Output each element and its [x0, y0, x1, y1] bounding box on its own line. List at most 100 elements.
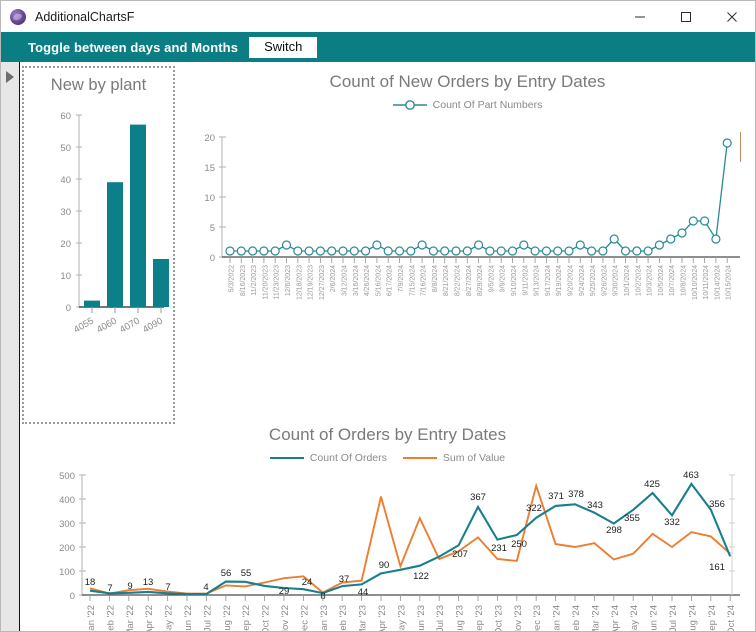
data-point[interactable]: [462, 246, 472, 256]
y-tick-label: 15: [204, 163, 215, 174]
app-globe-icon: [10, 8, 26, 25]
data-point[interactable]: [236, 246, 246, 256]
data-point[interactable]: [338, 246, 348, 256]
data-point[interactable]: [315, 246, 325, 256]
minimize-button[interactable]: [617, 1, 663, 32]
data-point[interactable]: [406, 246, 416, 256]
data-point[interactable]: [553, 246, 563, 256]
x-tick-label: 12/19/2023: [308, 265, 315, 300]
left-rail[interactable]: [1, 62, 20, 631]
data-point[interactable]: [587, 246, 597, 256]
data-point[interactable]: [304, 246, 314, 256]
legend-line-teal-icon: [269, 456, 304, 460]
data-point[interactable]: [485, 246, 495, 256]
app-window: AdditionalChartsF Toggle between days an…: [0, 0, 756, 632]
legend-item-sum-of-value[interactable]: Sum of Value: [402, 452, 505, 464]
x-tick-label: Aug '24: [687, 605, 698, 632]
data-point[interactable]: [519, 240, 529, 250]
close-button[interactable]: [709, 1, 755, 32]
x-tick-label: Jul '23: [435, 605, 446, 632]
data-point[interactable]: [677, 228, 687, 238]
data-point[interactable]: [372, 240, 382, 250]
data-point[interactable]: [688, 216, 698, 226]
data-label: 332: [664, 517, 680, 528]
legend-item-count-of-orders[interactable]: Count Of Orders: [269, 452, 387, 464]
data-point[interactable]: [383, 246, 393, 256]
data-point[interactable]: [575, 240, 585, 250]
bar-4070[interactable]: [130, 124, 146, 307]
data-point[interactable]: [654, 240, 664, 250]
x-tick-label: 3/12/2024: [342, 265, 349, 296]
data-point[interactable]: [361, 246, 371, 256]
data-label: 161: [709, 562, 725, 573]
x-tick-label: Jul '24: [668, 605, 679, 632]
data-point[interactable]: [327, 246, 337, 256]
bar-4055[interactable]: [84, 300, 100, 307]
data-point[interactable]: [259, 246, 269, 256]
data-point[interactable]: [699, 216, 710, 226]
x-tick-label: Sep '22: [241, 605, 252, 632]
data-point[interactable]: [541, 246, 551, 256]
bar-4060[interactable]: [107, 182, 123, 307]
data-point[interactable]: [666, 234, 676, 244]
data-label: 37: [339, 574, 350, 585]
bar-4090[interactable]: [153, 259, 169, 307]
data-label: 7: [107, 583, 112, 594]
data-label: 13: [143, 577, 154, 588]
body-area: New by plant 0 10 20 30 40 50 60 4055 40…: [1, 62, 755, 632]
data-point[interactable]: [598, 246, 608, 256]
series-markers-part-numbers: [225, 138, 732, 256]
data-label: 378: [568, 489, 584, 500]
data-point[interactable]: [474, 240, 484, 250]
maximize-icon: [681, 11, 691, 22]
y-tick-label: 400: [59, 495, 75, 506]
x-tick-label: 9/26/2024: [601, 265, 608, 296]
data-point[interactable]: [632, 246, 642, 256]
data-point[interactable]: [440, 246, 450, 256]
data-point[interactable]: [530, 246, 540, 256]
data-point[interactable]: [620, 246, 631, 256]
data-point[interactable]: [247, 246, 258, 256]
data-point[interactable]: [270, 246, 280, 256]
data-point[interactable]: [711, 234, 721, 244]
switch-button[interactable]: Switch: [249, 36, 318, 58]
x-tick-label: 4070: [118, 316, 142, 336]
data-point[interactable]: [394, 246, 405, 256]
legend-item-part-numbers[interactable]: Count Of Part Numbers: [392, 99, 542, 111]
legend-label: Count Of Orders: [309, 452, 387, 464]
x-tick-label: Jun '24: [649, 605, 660, 632]
right-axis-group: [729, 474, 735, 595]
data-point[interactable]: [609, 234, 619, 244]
y-tick-10: 10: [204, 193, 226, 204]
data-point[interactable]: [507, 246, 518, 256]
x-tick-label: Apr '22: [144, 605, 155, 632]
x-tick-label: 10/8/2024: [681, 265, 688, 296]
data-point[interactable]: [349, 246, 359, 256]
scroll-area-edge[interactable]: [751, 62, 755, 631]
data-point[interactable]: [643, 246, 653, 256]
x-tick-label: 9/17/2024: [545, 265, 552, 296]
expand-arrow-icon[interactable]: [6, 71, 14, 83]
x-tick-label: 9/30/2024: [613, 265, 620, 296]
panel-count-orders: Count of Orders by Entry Dates Count Of …: [20, 425, 755, 632]
x-tick-label: 8/27/2024: [466, 265, 473, 296]
maximize-button[interactable]: [663, 1, 709, 32]
data-point[interactable]: [417, 240, 427, 250]
data-point[interactable]: [293, 246, 303, 256]
y-tick-label: 30: [60, 207, 71, 218]
x-tick-label: 9/10/2024: [511, 265, 518, 296]
x-tick-label: 12/18/2023: [296, 265, 303, 300]
data-point[interactable]: [496, 246, 506, 256]
data-point[interactable]: [428, 246, 438, 256]
x-tick-label: Jul '22: [202, 605, 213, 632]
data-point[interactable]: [564, 246, 574, 256]
y-tick-label: 0: [66, 303, 71, 314]
data-point[interactable]: [722, 138, 732, 148]
data-point[interactable]: [225, 246, 235, 256]
data-label: 250: [511, 539, 527, 550]
x-tick-label: 7/9/2024: [398, 265, 405, 292]
window-title: AdditionalChartsF: [35, 9, 135, 24]
data-point[interactable]: [281, 240, 292, 250]
window-controls: [617, 1, 755, 32]
data-point[interactable]: [451, 246, 461, 256]
